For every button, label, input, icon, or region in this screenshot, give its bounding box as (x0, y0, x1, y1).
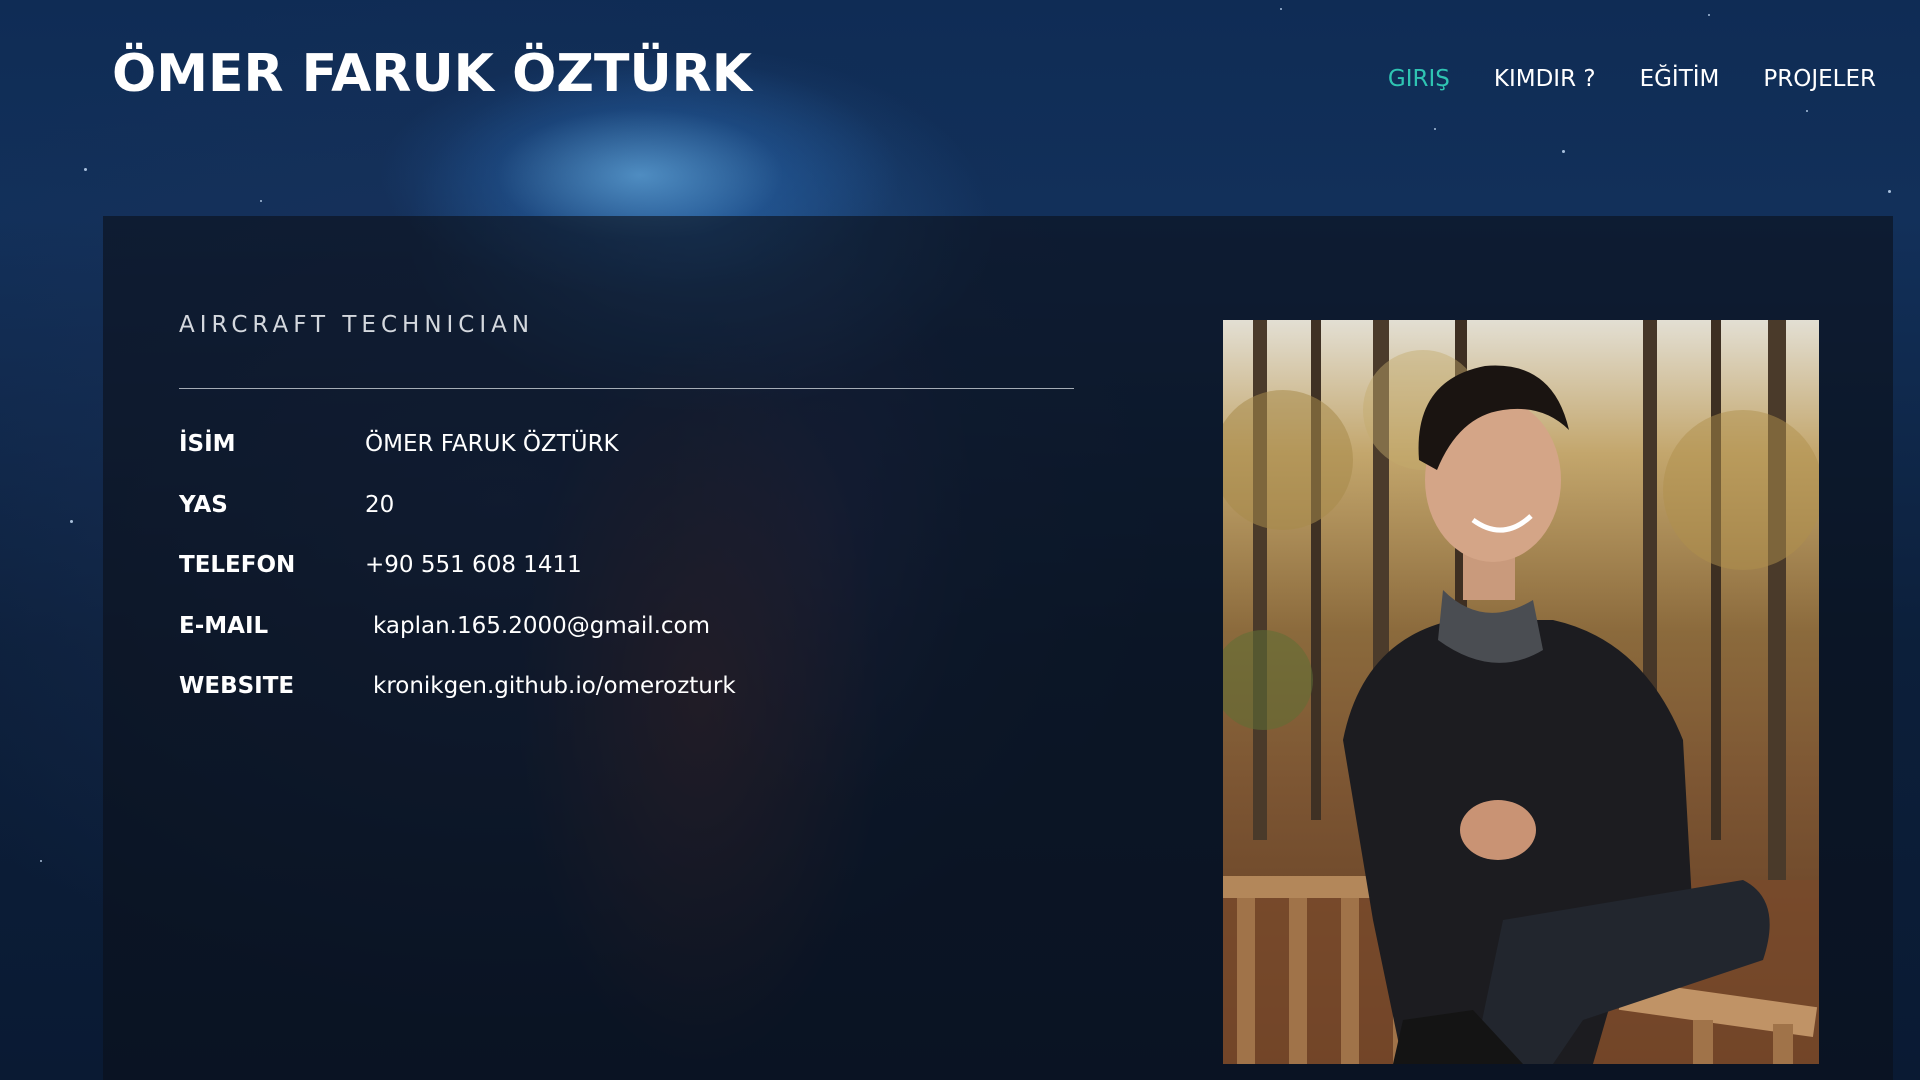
nav-item-giris[interactable]: GIRIŞ (1388, 66, 1450, 92)
info-label: YAS (179, 492, 228, 518)
info-label: E-MAIL (179, 613, 269, 639)
profile-photo (1223, 320, 1819, 1064)
info-value: 20 (365, 492, 395, 518)
info-row-name: İSİM ÖMER FARUK ÖZTÜRK (179, 424, 619, 464)
profile-panel: AIRCRAFT TECHNICIAN İSİM ÖMER FARUK ÖZTÜ… (103, 216, 1893, 1080)
info-row-age: YAS 20 (179, 485, 394, 525)
info-row-email: E-MAIL kaplan.165.2000@gmail.com (179, 606, 710, 646)
info-label: TELEFON (179, 552, 296, 578)
website-link[interactable]: kronikgen.github.io/omerozturk (373, 673, 736, 699)
email-link[interactable]: kaplan.165.2000@gmail.com (373, 613, 710, 639)
info-value: ÖMER FARUK ÖZTÜRK (365, 431, 619, 457)
info-row-website: WEBSITE kronikgen.github.io/omerozturk (179, 666, 736, 706)
info-value: +90 551 608 1411 (365, 552, 582, 578)
main-nav: GIRIŞ KIMDIR ? EĞİTİM PROJELER (1388, 66, 1876, 92)
info-row-phone: TELEFON +90 551 608 1411 (179, 545, 582, 585)
profile-subtitle: AIRCRAFT TECHNICIAN (179, 312, 535, 338)
divider (179, 388, 1074, 389)
info-label: WEBSITE (179, 673, 295, 699)
site-header: ÖMER FARUK ÖZTÜRK GIRIŞ KIMDIR ? EĞİTİM … (0, 0, 1920, 160)
site-title[interactable]: ÖMER FARUK ÖZTÜRK (112, 44, 752, 104)
info-label: İSİM (179, 431, 236, 457)
nav-item-egitim[interactable]: EĞİTİM (1640, 66, 1720, 92)
nav-item-kimdir[interactable]: KIMDIR ? (1494, 66, 1596, 92)
nav-item-projeler[interactable]: PROJELER (1763, 66, 1876, 92)
